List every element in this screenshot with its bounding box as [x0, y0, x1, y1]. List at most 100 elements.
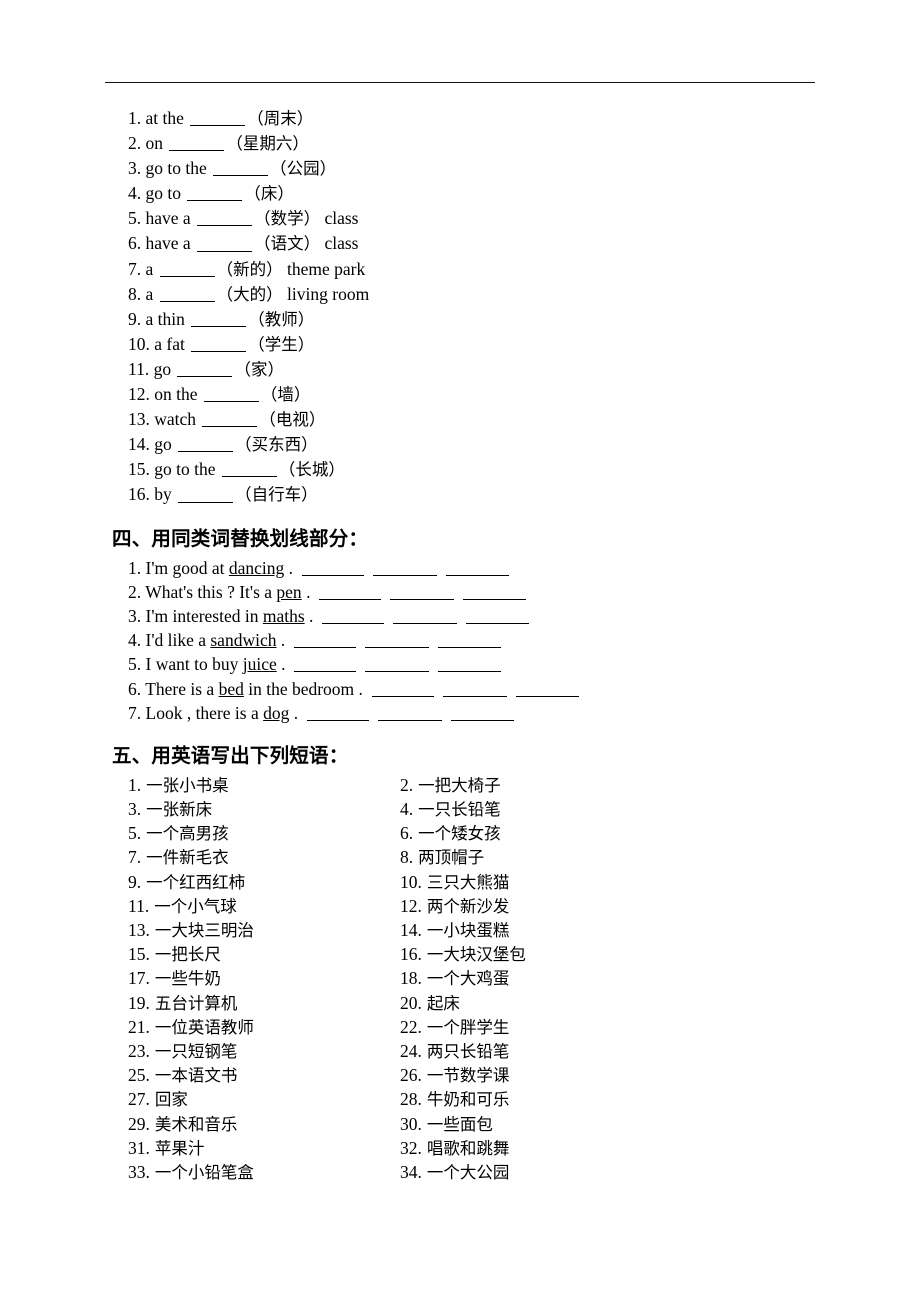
- phrase-text: 起床: [426, 993, 460, 1013]
- phrase-text: 两只长铅笔: [426, 1041, 510, 1061]
- answer-blank[interactable]: [178, 485, 234, 503]
- answer-blank[interactable]: [463, 582, 527, 600]
- answer-blank[interactable]: [371, 679, 434, 697]
- phrase-item: 2. 一把大椅子: [400, 773, 501, 798]
- phrase-text: 一个小铅笔盒: [154, 1162, 254, 1182]
- answer-blank[interactable]: [393, 606, 458, 624]
- chinese-hint: （墙）: [260, 385, 311, 405]
- item-prefix-text: go to the: [145, 158, 207, 179]
- sentence-before: I'd like a: [145, 630, 207, 651]
- phrase-text: 一个高男孩: [146, 824, 229, 844]
- answer-blank[interactable]: [451, 703, 515, 721]
- item-number: 4.: [128, 630, 142, 651]
- phrase-item: 1. 一张小书桌: [128, 773, 229, 798]
- sentence-after: .: [306, 581, 311, 602]
- answer-blank[interactable]: [187, 184, 243, 202]
- phrase-row: 9. 一个红西红柿 10. 三只大熊猫: [0, 870, 920, 894]
- answer-blank[interactable]: [302, 558, 365, 576]
- chinese-hint: （大的）: [216, 284, 283, 304]
- answer-blank[interactable]: [221, 460, 277, 478]
- document-content: 1. at the （周末） 2. on （星期六） 3. go to the （公…: [0, 106, 920, 1184]
- item-number: 14.: [128, 434, 150, 455]
- phrase-text: 一个大鸡蛋: [426, 969, 510, 989]
- answer-blank[interactable]: [197, 234, 253, 252]
- item-number: 29.: [128, 1113, 150, 1134]
- phrase-text: 一只短钢笔: [154, 1041, 238, 1061]
- answer-blank[interactable]: [294, 655, 357, 673]
- answer-blank[interactable]: [365, 631, 430, 649]
- worksheet-page: 1. at the （周末） 2. on （星期六） 3. go to the （公…: [0, 0, 920, 1302]
- answer-blank[interactable]: [190, 108, 246, 127]
- phrase-row: 23. 一只短钢笔 24. 两只长铅笔: [0, 1039, 920, 1063]
- phrase-text: 唱歌和跳舞: [426, 1138, 510, 1158]
- phrase-text: 两顶帽子: [418, 848, 485, 868]
- answer-blank[interactable]: [159, 284, 215, 302]
- phrase-text: 一大块汉堡包: [426, 945, 526, 965]
- chinese-hint: （家）: [234, 359, 284, 379]
- item-prefix-text: on: [145, 133, 164, 154]
- answer-blank[interactable]: [438, 631, 502, 649]
- item-number: 12.: [400, 895, 422, 916]
- answer-blank[interactable]: [177, 359, 233, 378]
- answer-blank[interactable]: [178, 435, 234, 453]
- item-number: 17.: [128, 968, 150, 989]
- phrase-item: 14. 一小块蛋糕: [400, 918, 509, 943]
- replace-item: 4. I'd like a sandwich .: [0, 628, 920, 652]
- answer-blank[interactable]: [438, 655, 502, 673]
- answer-blank[interactable]: [373, 558, 438, 576]
- answer-blank[interactable]: [159, 259, 215, 277]
- phrase-item: 24. 两只长铅笔: [400, 1039, 509, 1064]
- answer-blank[interactable]: [442, 679, 507, 697]
- answer-blank[interactable]: [466, 606, 530, 624]
- answer-blank[interactable]: [202, 410, 258, 428]
- item-number: 32.: [400, 1137, 422, 1158]
- answer-blank[interactable]: [197, 209, 253, 227]
- phrase-text: 苹果汁: [154, 1138, 205, 1158]
- phrase-row: 11. 一个小气球 12. 两个新沙发: [0, 894, 920, 918]
- answer-blank[interactable]: [213, 159, 269, 177]
- phrase-row: 19. 五台计算机 20. 起床: [0, 991, 920, 1015]
- chinese-hint: （电视）: [259, 410, 326, 430]
- phrase-item: 5. 一个高男孩: [128, 821, 229, 846]
- phrase-item: 8. 两顶帽子: [400, 845, 484, 870]
- phrase-item: 9. 一个红西红柿: [128, 870, 245, 895]
- answer-blank[interactable]: [169, 134, 225, 152]
- item-prefix-text: a: [145, 283, 154, 304]
- phrase-text: 一节数学课: [426, 1066, 510, 1086]
- phrase-text: 一本语文书: [154, 1066, 238, 1086]
- phrase-item: 23. 一只短钢笔: [128, 1039, 237, 1064]
- sentence-after: .: [288, 557, 294, 578]
- phrase-grid: 1. 一张小书桌 2. 一把大椅子 3. 一张新床 4. 一只长铅笔 5. 一个高男孩 6. 一个矮女…: [0, 773, 920, 1184]
- fill-in-item: 3. go to the （公园）: [0, 156, 920, 181]
- phrase-item: 26. 一节数学课: [400, 1063, 509, 1088]
- phrase-item: 6. 一个矮女孩: [400, 821, 501, 846]
- answer-blank[interactable]: [378, 703, 443, 721]
- answer-blank[interactable]: [322, 606, 385, 624]
- phrase-text: 回家: [154, 1090, 188, 1110]
- answer-blank[interactable]: [307, 703, 370, 721]
- answer-blank[interactable]: [191, 334, 247, 352]
- answer-blank[interactable]: [365, 655, 430, 673]
- fill-in-item: 14. go （买东西）: [0, 432, 920, 457]
- answer-blank[interactable]: [515, 679, 579, 697]
- item-prefix-text: go: [154, 434, 172, 455]
- header-divider: [105, 82, 815, 83]
- phrase-text: 一张小书桌: [146, 775, 229, 795]
- answer-blank[interactable]: [446, 558, 510, 576]
- phrase-text: 一个胖学生: [426, 1017, 510, 1037]
- underlined-word: bed: [218, 678, 244, 699]
- answer-blank[interactable]: [390, 582, 455, 600]
- fill-in-item: 13. watch （电视）: [0, 407, 920, 432]
- item-suffix-text: living room: [287, 283, 370, 304]
- chinese-hint: （买东西）: [235, 435, 318, 455]
- sentence-after: .: [281, 654, 286, 675]
- answer-blank[interactable]: [319, 582, 382, 600]
- answer-blank[interactable]: [203, 385, 259, 403]
- answer-blank[interactable]: [191, 309, 247, 327]
- item-number: 2.: [128, 581, 142, 602]
- phrase-item: 12. 两个新沙发: [400, 894, 509, 919]
- item-prefix-text: have a: [145, 208, 191, 229]
- phrase-row: 31. 苹果汁 32. 唱歌和跳舞: [0, 1136, 920, 1160]
- item-number: 2.: [128, 133, 142, 154]
- answer-blank[interactable]: [294, 631, 357, 649]
